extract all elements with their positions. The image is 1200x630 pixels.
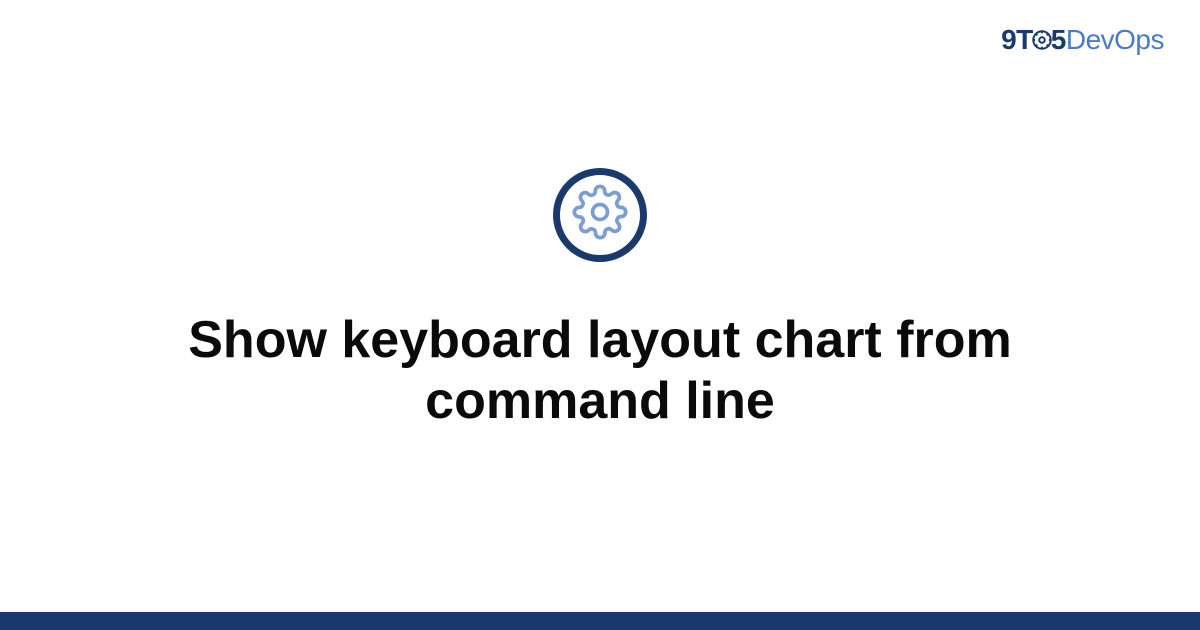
main-content: Show keyboard layout chart from command … — [0, 0, 1200, 630]
footer-bar — [0, 612, 1200, 630]
page-title: Show keyboard layout chart from command … — [100, 310, 1100, 433]
icon-badge — [553, 168, 647, 262]
gear-icon — [572, 184, 628, 245]
